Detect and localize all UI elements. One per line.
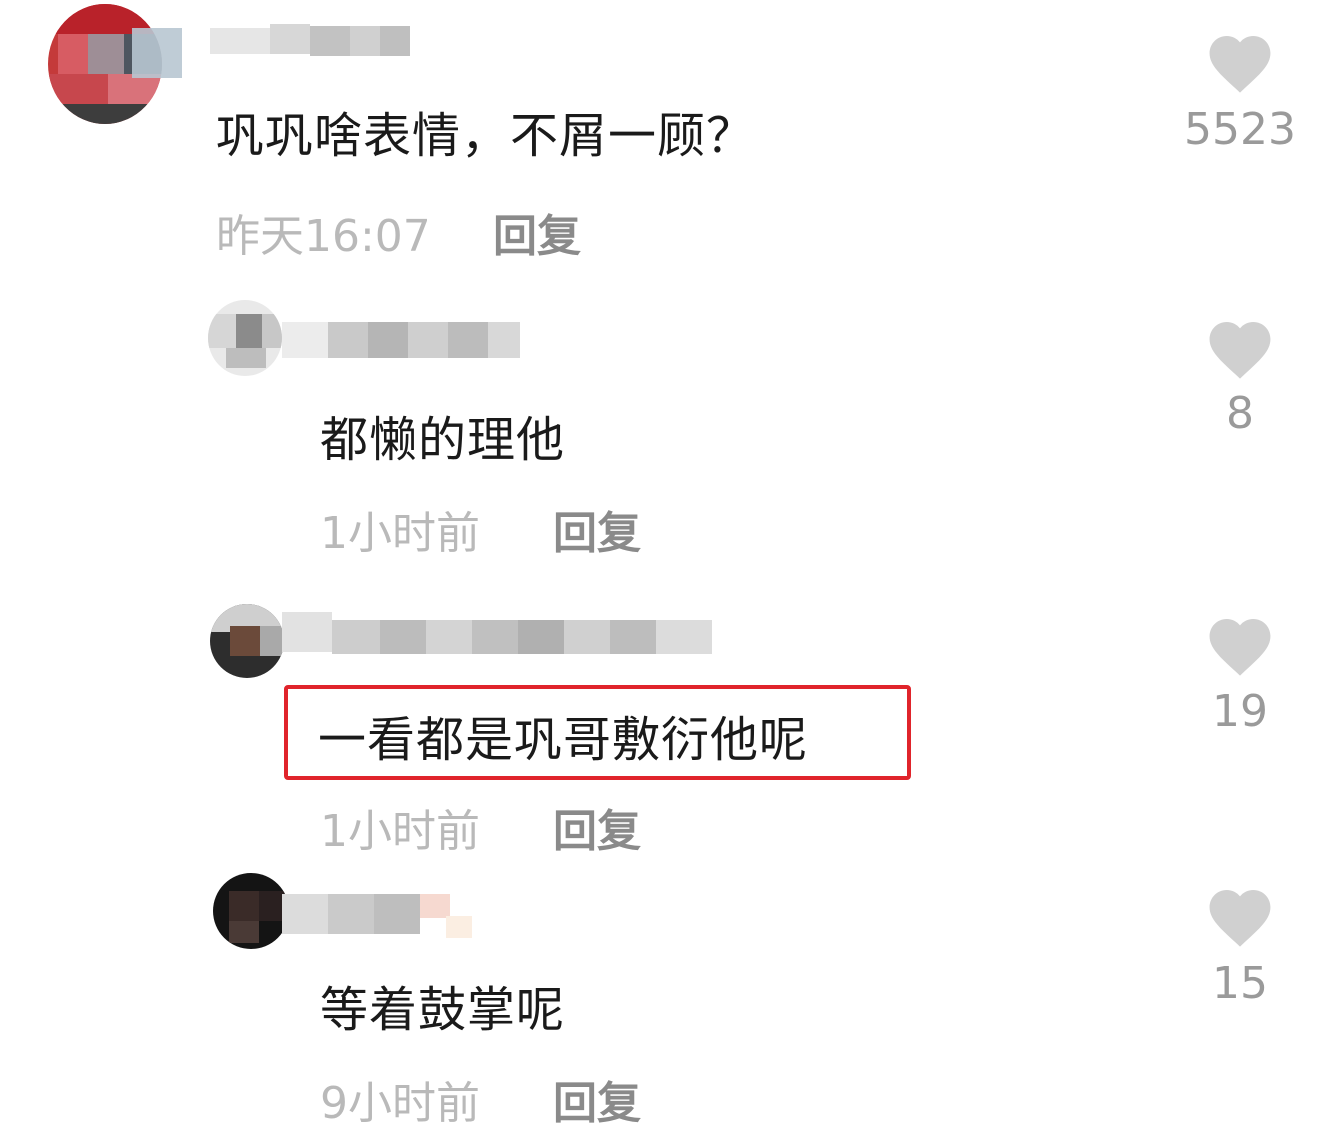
heart-icon[interactable] [1206, 318, 1274, 380]
comment-time: 1小时前 [320, 806, 480, 857]
avatar[interactable] [208, 300, 282, 376]
reply-button[interactable]: 回复 [493, 200, 581, 264]
comment-list: 巩巩啥表情，不屑一顾？ 昨天16:07 回复 5523 都懒的理他 1小时前 回… [0, 0, 1320, 1132]
reply-button[interactable]: 回复 [553, 795, 641, 859]
heart-icon[interactable] [1206, 615, 1274, 677]
like-count: 19 [1212, 686, 1268, 737]
like-count: 15 [1212, 958, 1268, 1009]
avatar[interactable] [210, 604, 284, 678]
comment-time: 昨天16:07 [216, 211, 431, 262]
username-blurred[interactable] [282, 606, 714, 670]
comment-text: 都懒的理他 [320, 412, 566, 468]
avatar-badge [132, 28, 182, 78]
comment-text: 巩巩啥表情，不屑一顾？ [216, 108, 756, 164]
comment-time: 9小时前 [320, 1078, 480, 1129]
comment-time: 1小时前 [320, 508, 480, 559]
username-blurred[interactable] [282, 316, 522, 366]
like-count: 8 [1226, 388, 1254, 439]
avatar[interactable] [213, 873, 289, 949]
reply-button[interactable]: 回复 [553, 1067, 641, 1131]
username-blurred[interactable] [210, 20, 420, 68]
comment-text: 一看都是巩哥敷衍他呢 [318, 712, 809, 768]
comment-text: 等着鼓掌呢 [320, 982, 566, 1038]
username-blurred[interactable] [282, 890, 474, 942]
heart-icon[interactable] [1206, 32, 1274, 94]
like-count: 5523 [1184, 104, 1296, 155]
reply-button[interactable]: 回复 [553, 497, 641, 561]
heart-icon[interactable] [1206, 886, 1274, 948]
